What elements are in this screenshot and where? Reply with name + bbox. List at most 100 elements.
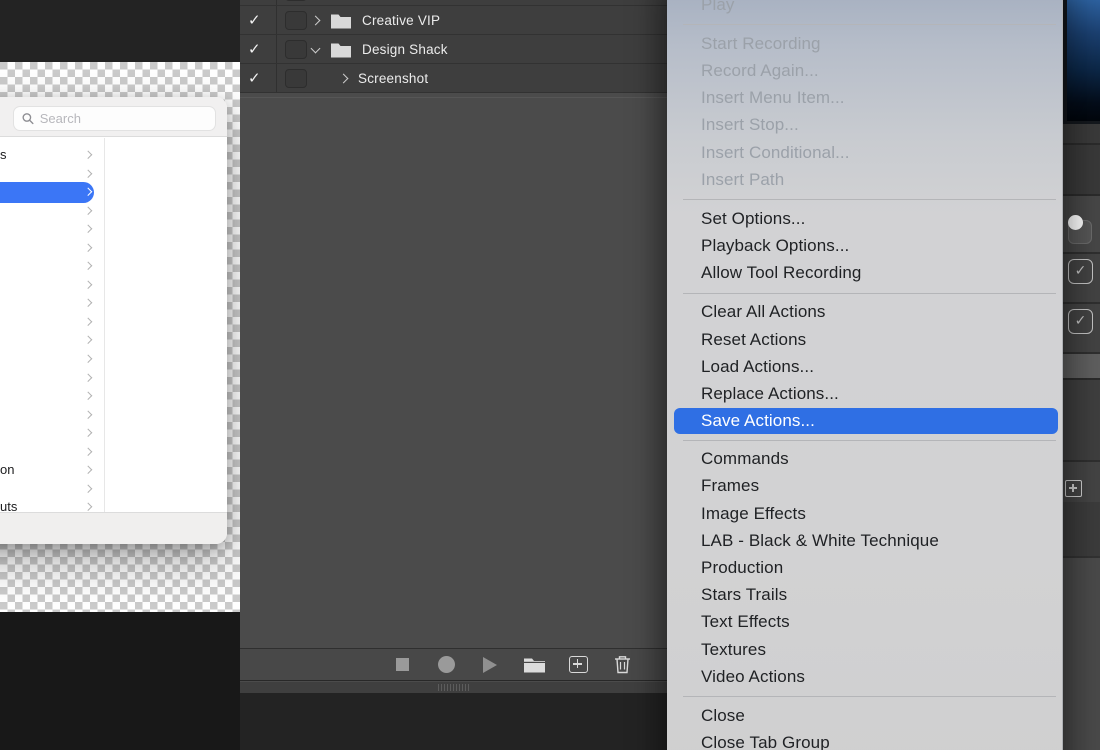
menu-item[interactable] [683, 696, 1056, 697]
chevron-right-icon [83, 503, 91, 511]
menu-item[interactable]: Playback Options... [667, 233, 1062, 260]
dialog-sidebar: s [0, 146, 104, 517]
menu-item[interactable]: Insert Path [667, 166, 1062, 193]
new-action-button[interactable] [564, 651, 592, 679]
action-row[interactable]: ✓ Design Shack [240, 35, 667, 64]
menu-item[interactable]: Record Again... [667, 57, 1062, 84]
menu-item[interactable] [683, 199, 1056, 200]
search-field-text[interactable] [40, 111, 207, 126]
menu-item[interactable]: Close [667, 702, 1062, 729]
document-thumbnail [1067, 0, 1100, 121]
menu-item[interactable]: Start Recording [667, 30, 1062, 57]
chevron-right-icon [83, 225, 91, 233]
sidebar-row[interactable] [0, 239, 104, 258]
play-icon [483, 657, 497, 673]
chevron-right-icon [83, 318, 91, 326]
actions-panel: ✓ ✓ [240, 0, 667, 750]
modal-control-checkbox[interactable] [285, 40, 307, 59]
action-row[interactable]: ✓ Screenshot [240, 64, 667, 93]
disclosure-chevron-icon[interactable] [339, 74, 349, 84]
sidebar-row[interactable] [0, 387, 104, 406]
delete-button[interactable] [608, 651, 636, 679]
modal-control-checkbox[interactable] [285, 0, 307, 1]
modal-control-checkbox[interactable] [285, 11, 307, 30]
stop-button[interactable] [388, 651, 416, 679]
menu-item[interactable]: Video Actions [667, 663, 1062, 690]
sidebar-row[interactable] [0, 350, 104, 369]
disclosure-chevron-icon[interactable] [311, 16, 321, 26]
sidebar-row[interactable]: on [0, 461, 104, 480]
menu-item[interactable] [683, 440, 1056, 441]
menu-item-label: Close [701, 706, 745, 726]
sidebar-row[interactable]: s [0, 146, 104, 165]
sidebar-row[interactable] [0, 443, 104, 462]
menu-item[interactable]: Insert Conditional... [667, 139, 1062, 166]
menu-item[interactable]: Load Actions... [667, 353, 1062, 380]
action-row-label: Screenshot [358, 71, 428, 86]
menu-item[interactable]: Save Actions... [674, 408, 1058, 434]
menu-item-label: Production [701, 558, 783, 578]
toggle-on-check-icon[interactable]: ✓ [248, 40, 261, 58]
trash-icon [614, 655, 631, 674]
new-item-icon[interactable] [1065, 480, 1082, 497]
checkbox-checked-icon[interactable]: ✓ [1068, 259, 1093, 284]
menu-item[interactable]: Frames [667, 473, 1062, 500]
toggle-on-check-icon[interactable]: ✓ [248, 69, 261, 87]
disclosure-chevron-icon[interactable] [311, 44, 321, 54]
menu-item[interactable]: Play [667, 0, 1062, 18]
search-input[interactable] [13, 106, 216, 131]
chevron-right-icon [83, 373, 91, 381]
menu-item[interactable]: Set Options... [667, 205, 1062, 232]
chevron-right-icon [83, 411, 91, 419]
menu-item[interactable]: LAB - Black & White Technique [667, 527, 1062, 554]
menu-item[interactable]: Insert Stop... [667, 112, 1062, 139]
sidebar-row[interactable] [0, 424, 104, 443]
macos-dialog: s [0, 97, 227, 544]
menu-item[interactable]: Stars Trails [667, 582, 1062, 609]
sidebar-row[interactable] [0, 331, 104, 350]
menu-item[interactable]: Commands [667, 446, 1062, 473]
modal-control-checkbox[interactable] [285, 69, 307, 88]
photoshop-workspace: s [0, 0, 1100, 750]
toggle-on-check-icon[interactable]: ✓ [248, 11, 261, 29]
sidebar-row[interactable] [0, 369, 104, 388]
sidebar-row[interactable] [0, 220, 104, 239]
menu-item[interactable]: Production [667, 554, 1062, 581]
sidebar-row-label: s [0, 147, 7, 162]
menu-item[interactable]: Close Tab Group [667, 730, 1062, 750]
play-button[interactable] [476, 651, 504, 679]
sidebar-row[interactable] [0, 294, 104, 313]
sidebar-row[interactable] [0, 480, 104, 499]
panel-resize-grip[interactable] [438, 684, 470, 691]
menu-item[interactable]: Clear All Actions [667, 299, 1062, 326]
panel-grip-strip [240, 682, 667, 693]
folder-icon [330, 41, 352, 58]
menu-item[interactable]: Insert Menu Item... [667, 85, 1062, 112]
sidebar-row[interactable] [0, 257, 104, 276]
menu-item[interactable]: Text Effects [667, 609, 1062, 636]
toggle-knob-icon [1068, 215, 1083, 230]
sidebar-row[interactable] [0, 406, 104, 425]
new-set-button[interactable] [520, 651, 548, 679]
canvas-lower-area [0, 612, 240, 750]
sidebar-row[interactable] [0, 313, 104, 332]
sidebar-row[interactable] [0, 276, 104, 295]
sidebar-row[interactable] [0, 202, 104, 221]
record-button[interactable] [432, 651, 460, 679]
menu-item[interactable]: Reset Actions [667, 326, 1062, 353]
menu-item[interactable]: Replace Actions... [667, 380, 1062, 407]
menu-item[interactable]: Textures [667, 636, 1062, 663]
menu-item[interactable]: Image Effects [667, 500, 1062, 527]
menu-item[interactable]: Allow Tool Recording [667, 260, 1062, 287]
menu-item[interactable] [683, 24, 1056, 25]
action-row[interactable]: ✓ Creative VIP [240, 6, 667, 35]
chevron-right-icon [83, 355, 91, 363]
panel-band [1063, 124, 1100, 143]
area-below-panel [240, 693, 667, 750]
sidebar-row[interactable] [0, 165, 104, 184]
sidebar-row[interactable] [0, 183, 104, 202]
menu-item-label: Textures [701, 640, 766, 660]
menu-item[interactable] [683, 293, 1056, 294]
checkbox-checked-icon[interactable]: ✓ [1068, 309, 1093, 334]
chevron-right-icon [83, 448, 91, 456]
